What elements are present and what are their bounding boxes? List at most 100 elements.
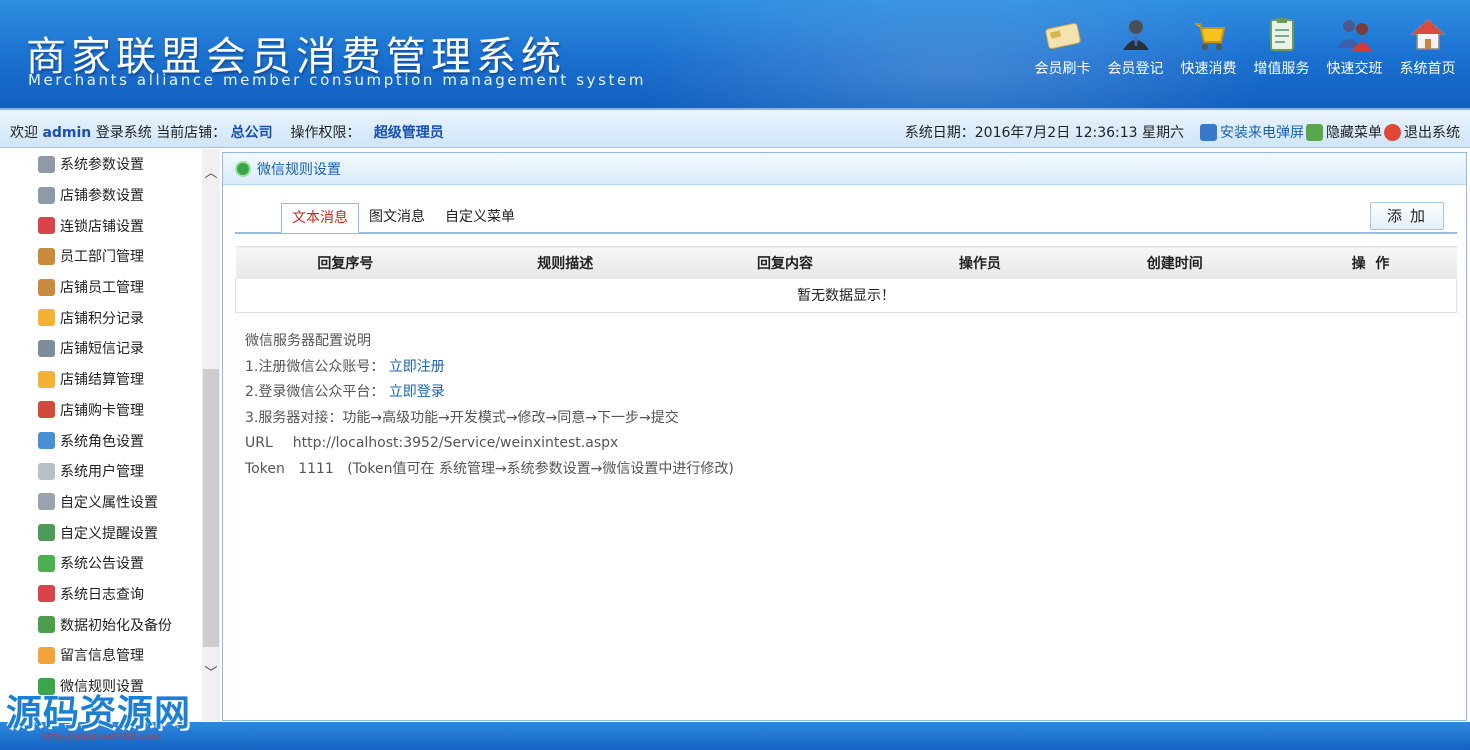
sidebar-item[interactable]: 数据初始化及备份: [38, 609, 203, 640]
sidebar-item[interactable]: 店铺购卡管理: [38, 395, 203, 426]
current-user: admin: [42, 125, 92, 141]
tab-news-message[interactable]: 图文消息: [359, 203, 435, 233]
add-button[interactable]: 添加: [1370, 202, 1444, 230]
col-created-time: 创建时间: [1064, 246, 1285, 279]
sidebar-item-label: 店铺员工管理: [60, 280, 144, 297]
quick-member-card-button[interactable]: 会员刷卡: [1026, 16, 1099, 78]
menu-item-icon: [38, 616, 55, 634]
quick-label: 快速消费: [1180, 61, 1237, 77]
sidebar-item[interactable]: 系统角色设置: [38, 425, 203, 456]
sidebar-item[interactable]: 系统用户管理: [38, 456, 203, 487]
panel-header: 微信规则设置: [223, 153, 1466, 185]
quick-member-register-button[interactable]: 会员登记: [1099, 16, 1172, 78]
notes-url-line: URL http://localhost:3952/Service/weinxin…: [245, 431, 734, 457]
sidebar-item-label: 店铺短信记录: [60, 341, 144, 358]
menu-item-icon: [38, 462, 55, 480]
quick-shift-button[interactable]: 快速交班: [1318, 16, 1391, 78]
notes-line-1: 1.注册微信公众账号： 立即注册: [245, 355, 734, 381]
quick-label: 增值服务: [1253, 61, 1310, 77]
sidebar-item[interactable]: 系统参数设置: [38, 149, 203, 180]
wechat-icon: [235, 160, 251, 177]
logout-link[interactable]: 退出系统: [1384, 122, 1460, 142]
info-bar: 欢迎 admin 登录系统 当前店铺： 总公司 操作权限： 超级管理员 系统日期…: [0, 108, 1470, 148]
sidebar-item-label: 系统日志查询: [60, 586, 144, 603]
menu-item-icon: [38, 370, 55, 388]
quick-consume-button[interactable]: 快速消费: [1172, 16, 1245, 78]
url-value: http://localhost:3952/Service/weinxintes…: [292, 435, 619, 452]
cart-icon: [1189, 16, 1229, 54]
install-callpopup-link[interactable]: 安装来电弹屏: [1200, 122, 1304, 142]
store-label: 当前店铺：: [156, 125, 227, 141]
sidebar-item[interactable]: 店铺员工管理: [38, 272, 203, 303]
main-panel: 微信规则设置 文本消息 图文消息 自定义菜单 添加 回复序号 规则描述 回复内容…: [222, 152, 1467, 721]
quick-label: 会员刷卡: [1034, 61, 1091, 77]
scrollbar-thumb[interactable]: [203, 369, 219, 647]
app-header: 商家联盟会员消费管理系统 Merchants alliance member c…: [0, 0, 1470, 108]
install-callpopup-label: 安装来电弹屏: [1220, 125, 1304, 141]
notes-heading: 微信服务器配置说明: [245, 333, 371, 349]
menu-item-icon: [38, 493, 55, 511]
sidebar-menu: 系统参数设置店铺参数设置 连锁店铺设置员工部门管理 店铺员工管理 店铺积分记录 店铺短信…: [38, 149, 203, 701]
sidebar-item[interactable]: 店铺短信记录: [38, 333, 203, 364]
menu-item-icon: [38, 432, 55, 450]
sidebar-item[interactable]: 自定义属性设置: [38, 487, 203, 518]
sidebar-item-label: 系统公告设置: [60, 556, 144, 573]
hide-menu-link[interactable]: 隐藏菜单: [1306, 122, 1382, 142]
shift-handover-icon: [1335, 16, 1375, 54]
sidebar-item-label: 员工部门管理: [60, 249, 144, 266]
sidebar-item[interactable]: 留言信息管理: [38, 640, 203, 671]
permission-label: 操作权限：: [290, 125, 361, 141]
menu-item-icon: [38, 155, 55, 173]
col-rule-desc: 规则描述: [455, 246, 676, 279]
scroll-down-arrow-icon[interactable]: ﹀: [202, 665, 220, 683]
notes-line-3: 3.服务器对接：功能→高级功能→开发模式→修改→同意→下一步→提交: [245, 409, 679, 426]
sidebar-item-label: 店铺购卡管理: [60, 402, 144, 419]
menu-item-icon: [38, 401, 55, 419]
menu-item-icon: [38, 217, 55, 235]
sidebar: 系统参数设置店铺参数设置 连锁店铺设置员工部门管理 店铺员工管理 店铺积分记录 店铺短信…: [0, 149, 222, 721]
sidebar-scrollbar[interactable]: ︿ ﹀: [202, 149, 220, 721]
sidebar-item[interactable]: 系统日志查询: [38, 579, 203, 610]
card-icon: [1043, 16, 1083, 54]
sidebar-item-label: 店铺积分记录: [60, 310, 144, 327]
sidebar-item[interactable]: 店铺积分记录: [38, 302, 203, 333]
sidebar-item[interactable]: 连锁店铺设置: [38, 210, 203, 241]
tab-text-message[interactable]: 文本消息: [281, 203, 359, 233]
session-info: 欢迎 admin 登录系统 当前店铺： 总公司 操作权限： 超级管理员: [10, 122, 444, 142]
sidebar-item[interactable]: 员工部门管理: [38, 241, 203, 272]
sidebar-item-label: 留言信息管理: [60, 648, 144, 665]
menu-item-icon: [38, 247, 55, 265]
sidebar-item[interactable]: 店铺结算管理: [38, 364, 203, 395]
logout-icon: [1384, 123, 1401, 141]
sidebar-item-label: 自定义提醒设置: [60, 525, 158, 542]
user-register-icon: [1116, 16, 1156, 54]
tab-divider: [235, 232, 1457, 234]
clipboard-icon: [1262, 16, 1302, 54]
menu-item-icon: [38, 339, 55, 357]
sidebar-item[interactable]: 店铺参数设置: [38, 180, 203, 211]
watermark-logo: 源码资源网: [6, 693, 192, 734]
login-link[interactable]: 立即登录: [389, 384, 445, 400]
menu-item-icon: [38, 524, 55, 542]
sidebar-item-label: 自定义属性设置: [60, 494, 158, 511]
table-header-row: 回复序号 规则描述 回复内容 操作员 创建时间 操 作: [235, 246, 1457, 279]
app-subtitle: Merchants alliance member consumption ma…: [28, 71, 647, 89]
tab-custom-menu[interactable]: 自定义菜单: [435, 203, 525, 233]
quick-home-button[interactable]: 系统首页: [1391, 16, 1464, 78]
scroll-up-arrow-icon[interactable]: ︿: [202, 165, 220, 183]
col-reply-no: 回复序号: [235, 246, 456, 279]
sidebar-item-label: 系统用户管理: [60, 464, 144, 481]
sidebar-item[interactable]: 自定义提醒设置: [38, 517, 203, 548]
current-store: 总公司: [230, 125, 273, 141]
menu-item-icon: [38, 186, 55, 204]
quick-value-added-button[interactable]: 增值服务: [1245, 16, 1318, 78]
token-label: Token: [245, 460, 285, 477]
sidebar-item-label: 系统参数设置: [60, 157, 144, 174]
register-text: 1.注册微信公众账号：: [245, 358, 385, 375]
sidebar-item[interactable]: 系统公告设置: [38, 548, 203, 579]
info-bar-right: 系统日期：2016年7月2日 12:36:13 星期六 安装来电弹屏 隐藏菜单 …: [905, 122, 1462, 142]
login-suffix: 登录系统: [95, 125, 152, 141]
register-link[interactable]: 立即注册: [389, 359, 445, 375]
rules-table: 回复序号 规则描述 回复内容 操作员 创建时间 操 作 暂无数据显示！: [235, 246, 1457, 313]
quick-actions: 会员刷卡 会员登记 快速消费 增值服务 快速交班 系统首页: [1026, 16, 1464, 78]
